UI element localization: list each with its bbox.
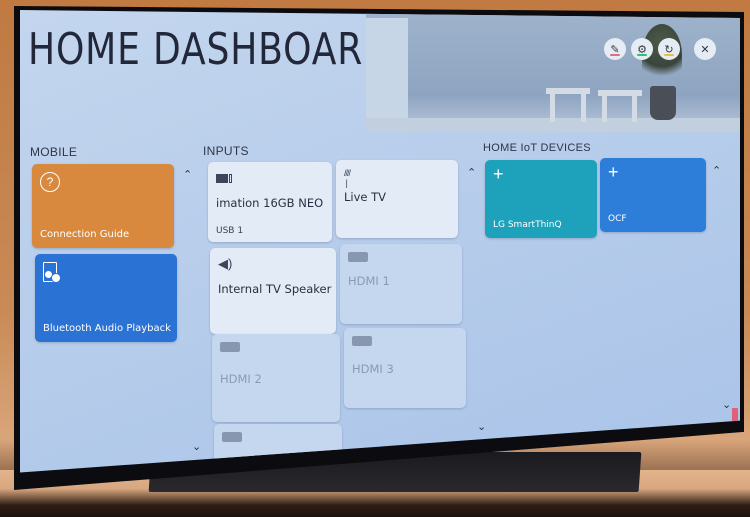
input-tile-hdmi2[interactable]: HDMI 2	[212, 334, 340, 422]
hero-stool-leg	[602, 96, 607, 122]
settings-button[interactable]: ⚙	[631, 38, 653, 60]
usb-icon	[216, 170, 232, 188]
input-name: Internal TV Speaker	[218, 282, 332, 296]
iot-tile-label: LG SmartThinQ	[493, 220, 562, 230]
mobile-scroll-up[interactable]: ⌃	[183, 168, 192, 181]
input-name: imation 16GB NEO	[216, 196, 324, 210]
hero-pot	[650, 86, 676, 120]
close-button[interactable]: ✕	[694, 38, 716, 60]
iot-tile-ocf[interactable]: + OCF	[600, 158, 706, 232]
mobile-section-label: MOBILE	[30, 145, 78, 159]
hdmi-icon	[222, 432, 242, 442]
refresh-button[interactable]: ↻	[658, 38, 680, 60]
hdmi-icon	[348, 252, 368, 262]
mobile-tile-label: Bluetooth Audio Playback	[43, 323, 171, 334]
iot-section-label: HOME IoT DEVICES	[483, 142, 591, 154]
mobile-tile-connection-guide[interactable]: ? Connection Guide	[32, 164, 174, 248]
hero-stool-leg	[581, 94, 586, 122]
question-icon: ?	[40, 172, 60, 192]
bluetooth-speaker-icon	[43, 262, 61, 283]
input-name: HDMI 3	[352, 362, 394, 376]
inputs-scroll-down[interactable]: ⌄	[477, 420, 486, 433]
home-dashboard-screen: HOME DASHBOARD ✎ ⚙ ↻ ✕ MOBILE ? Connecti…	[20, 10, 740, 473]
refresh-color-bar	[664, 54, 674, 56]
edit-button[interactable]: ✎	[604, 38, 626, 60]
close-icon: ✕	[700, 43, 710, 56]
page-title: HOME DASHBOARD	[28, 24, 392, 75]
hdmi-icon	[220, 342, 240, 352]
settings-color-bar	[637, 54, 647, 56]
iot-scroll-up[interactable]: ⌃	[712, 164, 721, 177]
input-tile-usb[interactable]: imation 16GB NEO USB 1	[208, 162, 332, 242]
iot-scroll-down[interactable]: ⌄	[722, 398, 731, 411]
mobile-tile-bluetooth-audio[interactable]: Bluetooth Audio Playback	[35, 254, 177, 342]
input-name: Live TV	[344, 190, 387, 204]
plus-icon: +	[608, 162, 619, 182]
input-tile-live-tv[interactable]: //// | Live TV	[336, 160, 458, 238]
iot-tile-lg-smartthinq[interactable]: + LG SmartThinQ	[485, 160, 597, 238]
hero-stool-leg	[632, 96, 637, 122]
input-name: HDMI 1	[348, 274, 390, 288]
hdmi-icon	[352, 336, 372, 346]
edit-color-bar	[610, 54, 620, 56]
input-tile-hdmi1[interactable]: HDMI 1	[340, 244, 462, 324]
plus-icon: +	[493, 164, 504, 184]
inputs-scroll-up[interactable]: ⌃	[467, 166, 476, 179]
antenna-icon: //// |	[344, 168, 351, 188]
mobile-tile-label: Connection Guide	[40, 229, 130, 240]
iot-tile-label: OCF	[608, 214, 627, 224]
hero-stool-leg	[550, 94, 555, 122]
input-tile-speaker[interactable]: ◀) Internal TV Speaker	[210, 248, 336, 334]
input-tile-hdmi3[interactable]: HDMI 3	[344, 328, 466, 408]
mobile-scroll-down[interactable]: ⌄	[192, 440, 201, 453]
input-name: HDMI 2	[220, 372, 262, 386]
hero-window	[366, 18, 408, 118]
inputs-section-label: INPUTS	[203, 144, 249, 158]
header: HOME DASHBOARD ✎ ⚙ ↻ ✕	[20, 10, 740, 132]
hero-image: ✎ ⚙ ↻ ✕	[366, 10, 740, 132]
input-port: USB 1	[216, 226, 244, 236]
speaker-icon: ◀)	[218, 256, 233, 271]
scroll-indicator	[732, 408, 738, 422]
